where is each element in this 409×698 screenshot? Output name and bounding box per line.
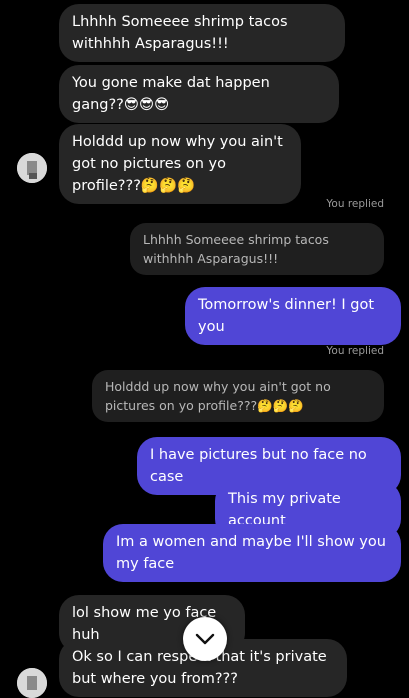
- incoming-message[interactable]: You gone make dat happen gang??😎😎😎: [59, 65, 339, 123]
- avatar[interactable]: [17, 668, 47, 698]
- reply-indicator-label: You replied: [326, 198, 384, 210]
- outgoing-message[interactable]: Tomorrow's dinner! I got you: [185, 287, 401, 345]
- outgoing-message[interactable]: Im a women and maybe I'll show you my fa…: [103, 524, 401, 582]
- quoted-message[interactable]: Holddd up now why you ain't got no pictu…: [92, 370, 384, 422]
- quoted-message[interactable]: Lhhhh Someeee shrimp tacos withhhh Aspar…: [130, 223, 384, 275]
- chevron-down-icon: [195, 633, 215, 645]
- incoming-message[interactable]: Holddd up now why you ain't got no pictu…: [59, 124, 301, 204]
- reply-indicator-label: You replied: [326, 345, 384, 357]
- scroll-down-button[interactable]: [183, 617, 227, 661]
- incoming-message[interactable]: Lhhhh Someeee shrimp tacos withhhh Aspar…: [59, 4, 345, 62]
- avatar[interactable]: [17, 153, 47, 183]
